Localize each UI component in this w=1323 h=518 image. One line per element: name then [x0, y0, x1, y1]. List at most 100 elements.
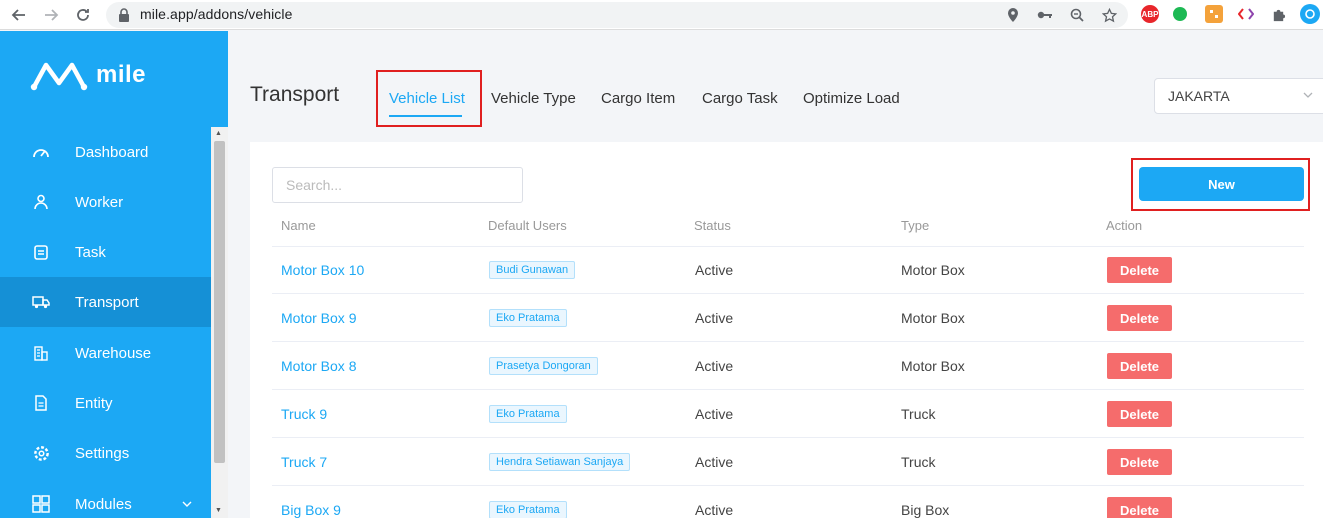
- sidebar-item-label: Worker: [75, 193, 124, 211]
- sidebar-item-transport[interactable]: Transport: [0, 277, 211, 327]
- default-user-tag: Budi Gunawan: [489, 261, 576, 279]
- city-select-value: JAKARTA: [1168, 88, 1230, 104]
- tab-optimize-load[interactable]: Optimize Load: [803, 90, 900, 107]
- delete-button[interactable]: Delete: [1107, 497, 1172, 518]
- column-header-default-users: Default Users: [488, 218, 567, 233]
- url-text: mile.app/addons/vehicle: [140, 6, 293, 22]
- address-bar[interactable]: mile.app/addons/vehicle: [106, 2, 1128, 28]
- delete-button[interactable]: Delete: [1107, 305, 1172, 331]
- tab-cargo-item[interactable]: Cargo Item: [601, 90, 675, 107]
- sidebar-item-label: Warehouse: [75, 344, 152, 362]
- tab-cargo-task[interactable]: Cargo Task: [702, 90, 778, 107]
- column-header-type: Type: [901, 218, 930, 233]
- vehicle-type: Truck: [901, 406, 936, 422]
- table-row: Truck 9 Eko Pratama Active Truck Delete: [272, 390, 1304, 438]
- vehicle-status: Active: [695, 406, 734, 422]
- sidebar-item-label: Dashboard: [75, 143, 149, 161]
- vehicle-status: Active: [695, 358, 734, 374]
- delete-button[interactable]: Delete: [1107, 353, 1172, 379]
- vehicle-type: Motor Box: [901, 310, 965, 326]
- delete-button[interactable]: Delete: [1107, 449, 1172, 475]
- vehicle-type: Motor Box: [901, 262, 965, 278]
- sidebar-item-label: Settings: [75, 444, 130, 462]
- vehicle-status: Active: [695, 502, 734, 518]
- adblock-label: ABP: [1141, 9, 1159, 19]
- clipboard-icon: [32, 243, 50, 261]
- sidebar-item-worker[interactable]: Worker: [0, 177, 211, 227]
- delete-button[interactable]: Delete: [1107, 401, 1172, 427]
- default-user-tag: Eko Pratama: [489, 309, 567, 327]
- building-icon: [32, 344, 50, 362]
- speedometer-icon: [32, 143, 50, 161]
- sidebar-item-label: Entity: [75, 394, 113, 412]
- sidebar-item-entity[interactable]: Entity: [0, 378, 211, 428]
- table-row: Motor Box 10 Budi Gunawan Active Motor B…: [272, 246, 1304, 294]
- scroll-thumb[interactable]: [214, 141, 225, 463]
- vehicle-name-link[interactable]: Big Box 9: [281, 502, 341, 518]
- orange-extension-icon[interactable]: [1205, 5, 1223, 23]
- sidebar-item-settings[interactable]: Settings: [0, 428, 211, 478]
- modules-icon: [32, 495, 50, 513]
- vehicle-type: Truck: [901, 454, 936, 470]
- column-header-action: Action: [1106, 218, 1143, 233]
- puzzle-icon[interactable]: [1269, 5, 1287, 23]
- default-user-tag: Eko Pratama: [489, 405, 567, 423]
- delete-button[interactable]: Delete: [1107, 257, 1172, 283]
- sidebar-item-warehouse[interactable]: Warehouse: [0, 328, 211, 378]
- sidebar-scrollbar[interactable]: ▲ ▼: [211, 127, 228, 518]
- default-user-tag: Prasetya Dongoran: [489, 357, 598, 375]
- profile-avatar[interactable]: [1300, 4, 1320, 24]
- sidebar-item-label: Transport: [75, 293, 139, 311]
- document-icon: [32, 394, 50, 412]
- scroll-down-icon[interactable]: ▼: [215, 507, 222, 514]
- tab-highlight-box: [376, 70, 482, 127]
- vehicle-status: Active: [695, 262, 734, 278]
- zoom-icon[interactable]: [1068, 6, 1086, 24]
- sidebar-item-modules[interactable]: Modules: [0, 479, 211, 518]
- tab-vehicle-type[interactable]: Vehicle Type: [491, 90, 576, 107]
- back-arrow-icon[interactable]: [8, 4, 30, 26]
- lock-icon: [119, 8, 129, 22]
- mile-logo-icon: [30, 62, 88, 91]
- default-user-tag: Hendra Setiawan Sanjaya: [489, 453, 631, 471]
- table-row: Motor Box 9 Eko Pratama Active Motor Box…: [272, 294, 1304, 342]
- location-pin-icon[interactable]: [1004, 6, 1022, 24]
- forward-arrow-icon[interactable]: [40, 4, 62, 26]
- page-title: Transport: [250, 83, 340, 106]
- chevron-down-icon: [1303, 90, 1313, 101]
- vehicle-type: Motor Box: [901, 358, 965, 374]
- vehicle-status: Active: [695, 454, 734, 470]
- new-button-highlight-box: [1131, 158, 1310, 211]
- vehicle-type: Big Box: [901, 502, 950, 518]
- reload-icon[interactable]: [72, 4, 94, 26]
- sidebar: mile Dashboard Worker Task Transport War…: [0, 31, 228, 518]
- green-extension-icon[interactable]: [1173, 7, 1187, 21]
- key-icon[interactable]: [1036, 6, 1054, 24]
- vehicle-name-link[interactable]: Motor Box 10: [281, 262, 364, 278]
- adblock-extension-icon[interactable]: ABP: [1141, 5, 1159, 23]
- brand-logo[interactable]: mile: [30, 59, 146, 91]
- vehicle-name-link[interactable]: Truck 9: [281, 406, 327, 422]
- search-input[interactable]: [272, 167, 523, 203]
- star-icon[interactable]: [1100, 6, 1118, 24]
- worker-icon: [32, 193, 50, 211]
- truck-icon: [32, 293, 50, 311]
- vehicle-name-link[interactable]: Motor Box 8: [281, 358, 356, 374]
- chevron-down-icon[interactable]: [182, 499, 192, 510]
- vehicle-status: Active: [695, 310, 734, 326]
- gear-icon: [32, 444, 50, 462]
- sidebar-item-dashboard[interactable]: Dashboard: [0, 127, 211, 177]
- city-select[interactable]: JAKARTA: [1154, 78, 1323, 114]
- code-extension-icon[interactable]: [1237, 5, 1255, 23]
- brand-name: mile: [96, 61, 147, 88]
- scroll-up-icon[interactable]: ▲: [215, 130, 222, 137]
- sidebar-item-label: Modules: [75, 495, 132, 513]
- sidebar-item-task[interactable]: Task: [0, 227, 211, 277]
- browser-toolbar: mile.app/addons/vehicle ABP: [0, 0, 1323, 30]
- table-row: Big Box 9 Eko Pratama Active Big Box Del…: [272, 486, 1304, 518]
- default-user-tag: Eko Pratama: [489, 501, 567, 518]
- column-header-name: Name: [281, 218, 316, 233]
- vehicle-name-link[interactable]: Motor Box 9: [281, 310, 356, 326]
- vehicle-name-link[interactable]: Truck 7: [281, 454, 327, 470]
- sidebar-item-label: Task: [75, 243, 106, 261]
